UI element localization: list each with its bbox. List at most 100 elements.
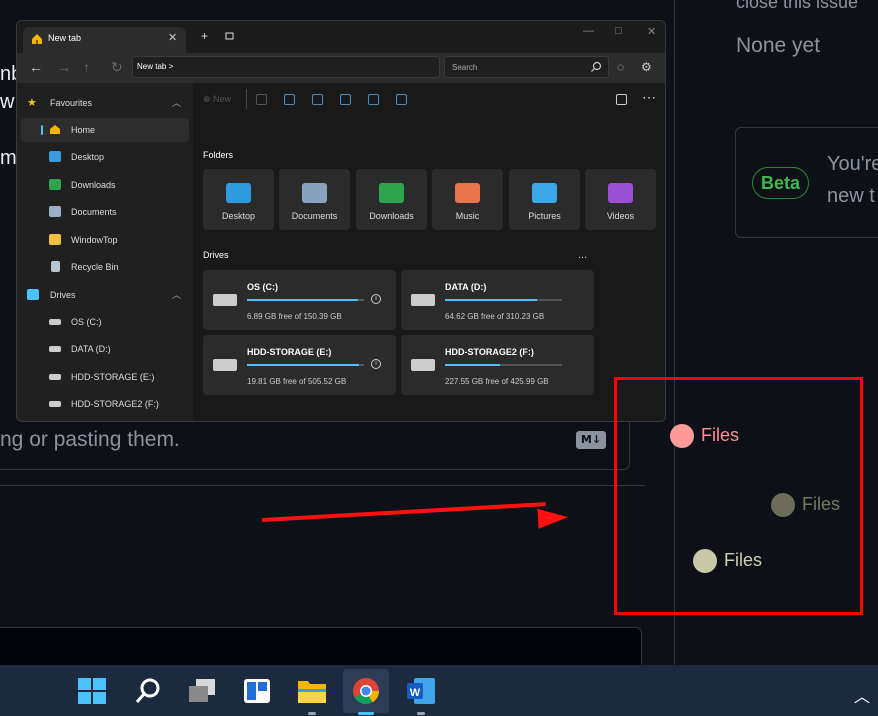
share-icon[interactable]	[368, 94, 379, 105]
widgets-icon[interactable]	[242, 677, 272, 705]
folder-label: Documents	[291, 211, 338, 221]
home-icon	[32, 34, 42, 44]
drive-usage-bar	[445, 364, 562, 366]
sidebar-item-downloads[interactable]: Downloads	[21, 173, 189, 197]
sidebar-item-drives[interactable]: Drives ︿	[21, 283, 189, 307]
drive-card-c[interactable]: OS (C:) 6.89 GB free of 150.39 GB i	[203, 270, 396, 330]
folder-pictures[interactable]: Pictures	[509, 169, 580, 230]
drive-free-space: 6.89 GB free of 150.39 GB	[247, 312, 342, 321]
drive-icon	[411, 359, 435, 371]
info-icon[interactable]: i	[371, 294, 381, 304]
beta-text: You're new t	[827, 148, 878, 212]
delete-icon[interactable]	[396, 94, 407, 105]
documents-icon	[302, 183, 327, 203]
folders-heading: Folders	[203, 150, 234, 160]
add-tab-button[interactable]: +	[201, 29, 208, 43]
sidebar-item-label: OS (C:)	[71, 317, 102, 327]
files-label: Files	[802, 494, 841, 514]
sidebar-item-drive-f[interactable]: HDD-STORAGE2 (F:)	[21, 392, 189, 416]
sidebar-item-favourites[interactable]: ★ Favourites ︿	[21, 91, 189, 115]
folder-music[interactable]: Music	[432, 169, 503, 230]
sidebar-item-windowtop[interactable]: WindowTop	[21, 228, 189, 252]
sidebar-item-desktop[interactable]: Desktop	[21, 145, 189, 169]
sidebar-item-drive-e[interactable]: HDD-STORAGE (E:)	[21, 365, 189, 389]
drive-usage-fill	[445, 364, 500, 366]
sidebar-item-documents[interactable]: Documents	[21, 200, 189, 224]
new-button[interactable]: ⊕ New	[203, 94, 231, 105]
task-view-icon[interactable]	[187, 677, 217, 705]
sidebar-item-recycle-bin[interactable]: Recycle Bin	[21, 255, 189, 279]
drive-card-d[interactable]: DATA (D:) 64.62 GB free of 310.23 GB	[401, 270, 594, 330]
chevron-up-icon[interactable]: ︿	[854, 683, 870, 707]
drive-card-f[interactable]: HDD-STORAGE2 (F:) 227.55 GB free of 425.…	[401, 335, 594, 395]
divider	[246, 89, 247, 109]
drive-usage-fill	[247, 364, 360, 366]
active-indicator	[358, 712, 374, 715]
recycle-bin-icon	[51, 261, 60, 272]
chevron-up-icon[interactable]: ︿	[172, 288, 181, 301]
cut-icon[interactable]	[256, 94, 267, 105]
folder-documents[interactable]: Documents	[279, 169, 350, 230]
tab-title: New tab	[48, 33, 82, 43]
sidebar-item-label: Home	[71, 125, 96, 135]
new-label: New	[213, 94, 232, 104]
search-placeholder: Search	[452, 63, 478, 72]
paste-icon[interactable]	[312, 94, 323, 105]
title-bar: New tab ✕ + — □ ✕	[17, 21, 665, 53]
up-arrow-icon[interactable]: ↑	[83, 59, 90, 75]
videos-icon	[608, 183, 633, 203]
selection-indicator	[41, 125, 43, 135]
sidebar-item-label: Documents	[71, 207, 117, 217]
chevron-up-icon[interactable]: ︿	[172, 96, 181, 109]
info-icon[interactable]: i	[371, 359, 381, 369]
files-label: Files	[724, 550, 763, 570]
drive-name: HDD-STORAGE2 (F:)	[445, 347, 534, 357]
close-icon[interactable]: ✕	[168, 31, 177, 44]
drive-usage-fill	[247, 299, 359, 301]
tab-actions-icon[interactable]	[225, 30, 235, 44]
tab-new-tab[interactable]: New tab ✕	[23, 27, 186, 53]
markdown-icon[interactable]: M↓	[576, 431, 606, 449]
downloads-icon	[379, 183, 404, 203]
drive-name: OS (C:)	[247, 282, 278, 292]
running-indicator	[417, 712, 425, 715]
file-explorer-icon[interactable]	[297, 677, 327, 705]
folder-downloads[interactable]: Downloads	[356, 169, 427, 230]
content-pane: ⊕ New ⋯ Folders Desktop Documents Downlo…	[193, 83, 665, 421]
drive-free-space: 64.62 GB free of 310.23 GB	[445, 312, 545, 321]
drive-icon	[49, 319, 61, 325]
forward-arrow-icon[interactable]: →	[57, 59, 71, 75]
drive-icon	[213, 359, 237, 371]
folder-desktop[interactable]: Desktop	[203, 169, 274, 230]
gear-icon[interactable]: ⚙	[641, 60, 652, 74]
drive-icon	[49, 346, 61, 352]
address-bar[interactable]: New tab >	[132, 56, 440, 78]
rename-icon[interactable]	[340, 94, 351, 105]
sidebar-item-drive-d[interactable]: DATA (D:)	[21, 337, 189, 361]
loading-icon: ◌	[617, 60, 625, 74]
chrome-icon[interactable]	[351, 677, 381, 705]
minimize-icon[interactable]: —	[583, 25, 594, 37]
maximize-icon[interactable]: □	[615, 25, 622, 37]
windows-drive-icon	[213, 294, 237, 306]
drive-card-e[interactable]: HDD-STORAGE (E:) 19.81 GB free of 505.52…	[203, 335, 396, 395]
copy-icon[interactable]	[284, 94, 295, 105]
window-close-icon[interactable]: ✕	[647, 25, 656, 38]
folder-videos[interactable]: Videos	[585, 169, 656, 230]
folder-label: Pictures	[528, 211, 561, 221]
folder-label: Desktop	[221, 211, 256, 221]
desktop-folder-icon	[49, 151, 61, 162]
search-input[interactable]: Search	[444, 56, 609, 78]
search-icon[interactable]	[133, 677, 163, 705]
folder-label: Downloads	[369, 211, 414, 221]
windows-start-icon[interactable]	[77, 677, 107, 705]
layout-icon[interactable]	[616, 94, 627, 105]
word-icon[interactable]: W	[406, 677, 436, 705]
more-options-icon[interactable]: ...	[578, 249, 587, 261]
back-arrow-icon[interactable]: ←	[29, 59, 43, 75]
sidebar-item-drive-c[interactable]: OS (C:)	[21, 310, 189, 334]
refresh-icon[interactable]: ↻	[111, 59, 123, 76]
more-options-icon[interactable]: ⋯	[642, 89, 656, 106]
desktop-screen: nb w m ng or pasting them. M↓ close this…	[0, 0, 878, 716]
sidebar-item-home[interactable]: Home	[21, 118, 189, 142]
